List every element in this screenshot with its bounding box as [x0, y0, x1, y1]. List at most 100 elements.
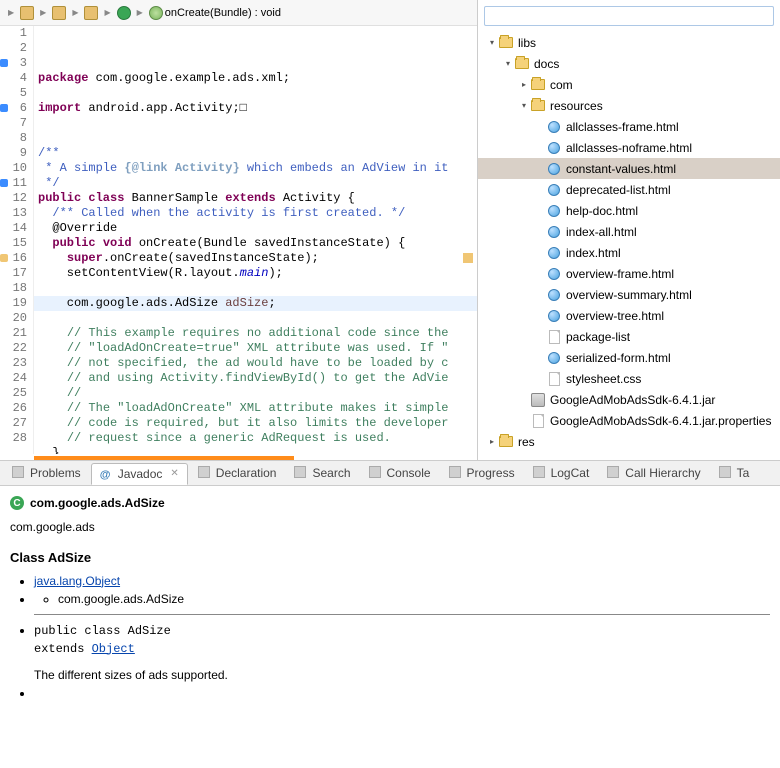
tab-javadoc[interactable]: @Javadoc✕	[91, 463, 188, 485]
extends-link[interactable]: Object	[92, 642, 135, 656]
code-line[interactable]: public class BannerSample extends Activi…	[34, 191, 477, 206]
hierarchy-item: com.google.ads.AdSize	[58, 590, 770, 608]
tree-item[interactable]: allclasses-noframe.html	[478, 137, 780, 158]
code-line[interactable]: setContentView(R.layout.main);	[34, 266, 477, 281]
class-heading: Class AdSize	[10, 548, 770, 568]
method-icon	[149, 6, 163, 20]
tree-item-label: overview-frame.html	[566, 267, 674, 281]
chevron-right-icon: ▶	[4, 8, 18, 17]
search-input[interactable]	[484, 6, 774, 26]
tree-item[interactable]: deprecated-list.html	[478, 179, 780, 200]
chevron-right-icon: ▶	[100, 8, 114, 17]
globe-icon	[546, 119, 562, 135]
code-line[interactable]: super.onCreate(savedInstanceState);	[34, 251, 477, 266]
breadcrumb[interactable]: ▶ ▶ ▶ ▶ ▶ onCreate(Bundle) : void	[0, 0, 477, 26]
code-line[interactable]: com.google.ads.AdSize adSize;	[34, 296, 477, 311]
tree-item[interactable]: ▸ com	[478, 74, 780, 95]
tree-item[interactable]: GoogleAdMobAdsSdk-6.4.1.jar	[478, 389, 780, 410]
tree-item[interactable]: package-list	[478, 326, 780, 347]
jar-icon	[530, 392, 546, 408]
tree-item[interactable]: overview-tree.html	[478, 305, 780, 326]
tab-problems[interactable]: Problems	[4, 463, 89, 483]
horizontal-scrollbar[interactable]	[34, 456, 294, 460]
tree-item-label: res	[518, 435, 535, 449]
code-line[interactable]: import android.app.Activity;□	[34, 101, 477, 116]
tree-twisty-icon[interactable]: ▾	[518, 101, 530, 110]
code-content[interactable]: package com.google.example.ads.xml; impor…	[34, 26, 477, 454]
code-line[interactable]: // "loadAdOnCreate=true" XML attribute w…	[34, 341, 477, 356]
code-line[interactable]	[34, 131, 477, 146]
javadoc-header: C com.google.ads.AdSize	[10, 494, 770, 512]
tree-item[interactable]: serialized-form.html	[478, 347, 780, 368]
code-line[interactable]: * A simple {@link Activity} which embeds…	[34, 161, 477, 176]
chevron-right-icon: ▶	[36, 8, 50, 17]
tree-item-label: docs	[534, 57, 559, 71]
tree-item[interactable]: ▾ docs	[478, 53, 780, 74]
code-line[interactable]: public void onCreate(Bundle savedInstanc…	[34, 236, 477, 251]
tree-item[interactable]: ▾resources	[478, 95, 780, 116]
tree-twisty-icon[interactable]: ▾	[502, 59, 514, 68]
tree-twisty-icon[interactable]: ▸	[518, 80, 530, 89]
folder-icon	[498, 35, 514, 51]
decl-icon	[198, 466, 212, 480]
tree-item[interactable]: overview-summary.html	[478, 284, 780, 305]
tab-call-hierarchy[interactable]: Call Hierarchy	[599, 463, 708, 483]
tab-search[interactable]: Search	[286, 463, 358, 483]
tree-item-label: com	[550, 78, 573, 92]
code-line[interactable]	[34, 281, 477, 296]
code-line[interactable]: // code is required, but it also limits …	[34, 416, 477, 431]
code-line[interactable]: // This example requires no additional c…	[34, 326, 477, 341]
line-gutter[interactable]: 1234567891011121314151617181920212223242…	[0, 26, 34, 454]
progress-icon	[449, 466, 463, 480]
code-line[interactable]: /** Called when the activity is first cr…	[34, 206, 477, 221]
tree-item[interactable]: ▾libs	[478, 32, 780, 53]
tab-console[interactable]: Console	[361, 463, 439, 483]
warning-marker-icon[interactable]	[463, 253, 473, 263]
code-area[interactable]: 1234567891011121314151617181920212223242…	[0, 26, 477, 454]
tree-item[interactable]: constant-values.html	[478, 158, 780, 179]
tab-progress[interactable]: Progress	[441, 463, 523, 483]
code-line[interactable]: // The "loadAdOnCreate" XML attribute ma…	[34, 401, 477, 416]
tree-item[interactable]: allclasses-frame.html	[478, 116, 780, 137]
class-icon: C	[10, 496, 24, 510]
code-line[interactable]: //	[34, 386, 477, 401]
tab-ta[interactable]: Ta	[711, 463, 758, 483]
hierarchy-link[interactable]: java.lang.Object	[34, 574, 120, 588]
folder-icon	[530, 77, 546, 93]
tab-label: Problems	[30, 466, 81, 480]
code-line[interactable]: }	[34, 446, 477, 454]
tab-logcat[interactable]: LogCat	[525, 463, 598, 483]
code-line[interactable]: */	[34, 176, 477, 191]
tree-item[interactable]: help-doc.html	[478, 200, 780, 221]
tree-twisty-icon[interactable]: ▾	[486, 38, 498, 47]
class-icon	[84, 6, 98, 20]
tree-item-label: constant-values.html	[566, 162, 676, 176]
code-line[interactable]: package com.google.example.ads.xml;	[34, 71, 477, 86]
tree-item[interactable]: ▸ res	[478, 431, 780, 452]
tree-item[interactable]: index.html	[478, 242, 780, 263]
tree-twisty-icon[interactable]: ▸	[486, 437, 498, 446]
code-line[interactable]: // and using Activity.findViewById() to …	[34, 371, 477, 386]
code-line[interactable]: @Override	[34, 221, 477, 236]
tree-item-label: overview-tree.html	[566, 309, 664, 323]
code-line[interactable]: // not specified, the ad would have to b…	[34, 356, 477, 371]
code-line[interactable]	[34, 116, 477, 131]
breadcrumb-method[interactable]: onCreate(Bundle) : void	[165, 7, 281, 19]
file-tree[interactable]: ▾libs▾docs▸com▾resourcesallclasses-frame…	[478, 32, 780, 452]
tab-label: Progress	[467, 466, 515, 480]
tree-item[interactable]: index-all.html	[478, 221, 780, 242]
tree-item[interactable]: GoogleAdMobAdsSdk-6.4.1.jar.properties	[478, 410, 780, 431]
code-line[interactable]	[34, 86, 477, 101]
globe-icon	[546, 287, 562, 303]
tree-item-label: deprecated-list.html	[566, 183, 671, 197]
code-line[interactable]: /**	[34, 146, 477, 161]
code-line[interactable]: // request since a generic AdRequest is …	[34, 431, 477, 446]
tab-declaration[interactable]: Declaration	[190, 463, 285, 483]
tree-item-label: index-all.html	[566, 225, 637, 239]
close-icon[interactable]: ✕	[170, 468, 178, 479]
code-line[interactable]	[34, 311, 477, 326]
tree-item[interactable]: overview-frame.html	[478, 263, 780, 284]
bottom-tabs[interactable]: Problems @Javadoc✕DeclarationSearchConsol…	[0, 460, 780, 486]
globe-icon	[546, 308, 562, 324]
tree-item[interactable]: stylesheet.css	[478, 368, 780, 389]
